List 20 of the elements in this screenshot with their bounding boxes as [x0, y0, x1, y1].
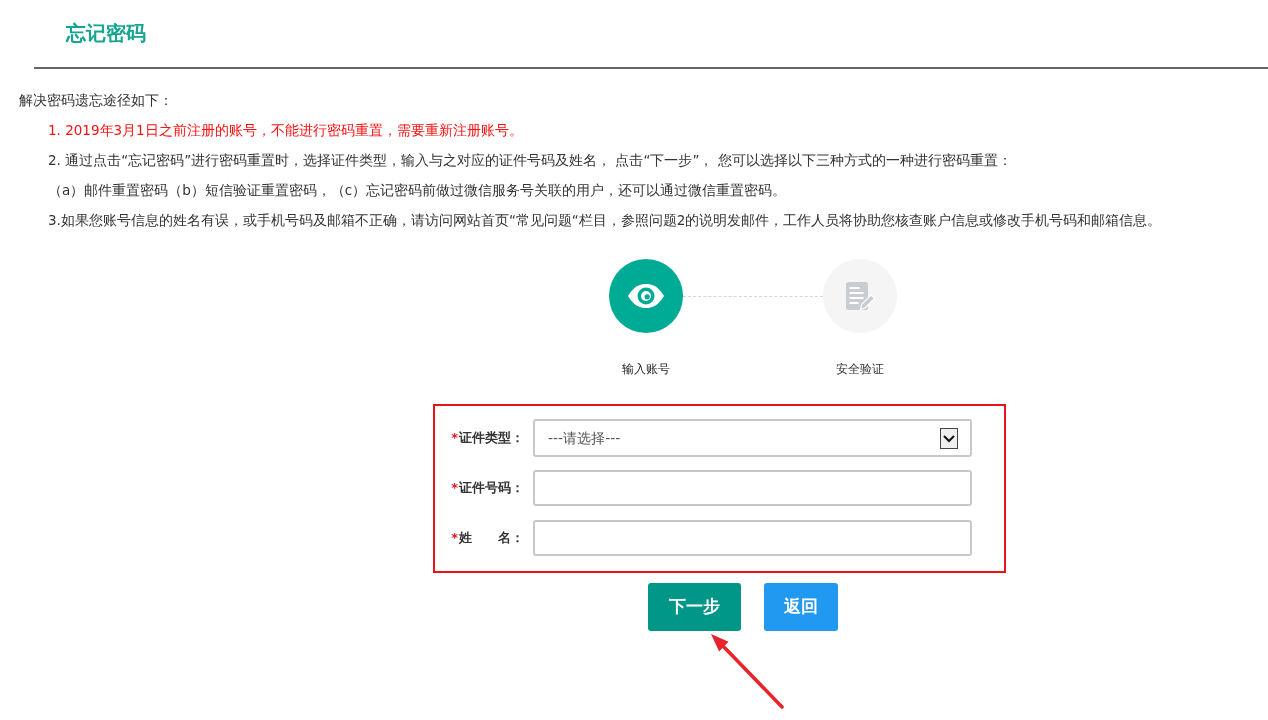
next-step-button[interactable]: 下一步 [648, 583, 741, 631]
page-title: 忘记密码 [66, 20, 146, 47]
step-label: 安全验证 [836, 361, 884, 378]
instruction-text: 2. 通过点击“忘记密码”进行密码重置时，选择证件类型，输入与之对应的证件号码及姓名， 点击“下一步”， 您可以选择以下三种方式的一种进行密码重置： [48, 151, 1012, 170]
instruction-text: （a）邮件重置密码（b）短信验证重置密码，（c）忘记密码前做过微信服务号关联的用户，还可以通过微信重置密码。 [48, 181, 787, 200]
warning-text: 1. 2019年3月1日之前注册的账号，不能进行密码重置，需要重新注册账号。 [48, 121, 523, 140]
back-button[interactable]: 返回 [764, 583, 838, 631]
step-label: 输入账号 [622, 361, 670, 378]
required-asterisk: * [451, 430, 458, 446]
required-asterisk: * [451, 530, 458, 546]
field-label: 姓 名： [459, 530, 524, 546]
intro-text: 解决密码遗忘途径如下： [19, 91, 173, 110]
dropdown-chevron-icon[interactable] [940, 427, 958, 449]
instruction-text: 3.如果您账号信息的姓名有误，或手机号码及邮箱不正确，请访问网站首页“常见问题“栏目，参照问题2的说明发邮件，工作人员将协助您核查账户信息或修改手机号码和邮箱信息。 [48, 211, 1162, 230]
select-field[interactable]: ---请选择--- [533, 419, 972, 457]
field-label: 证件号码： [459, 480, 524, 496]
text-field[interactable] [533, 470, 972, 506]
text-field[interactable] [533, 520, 972, 556]
field-label: 证件类型： [459, 430, 524, 446]
required-asterisk: * [451, 480, 458, 496]
